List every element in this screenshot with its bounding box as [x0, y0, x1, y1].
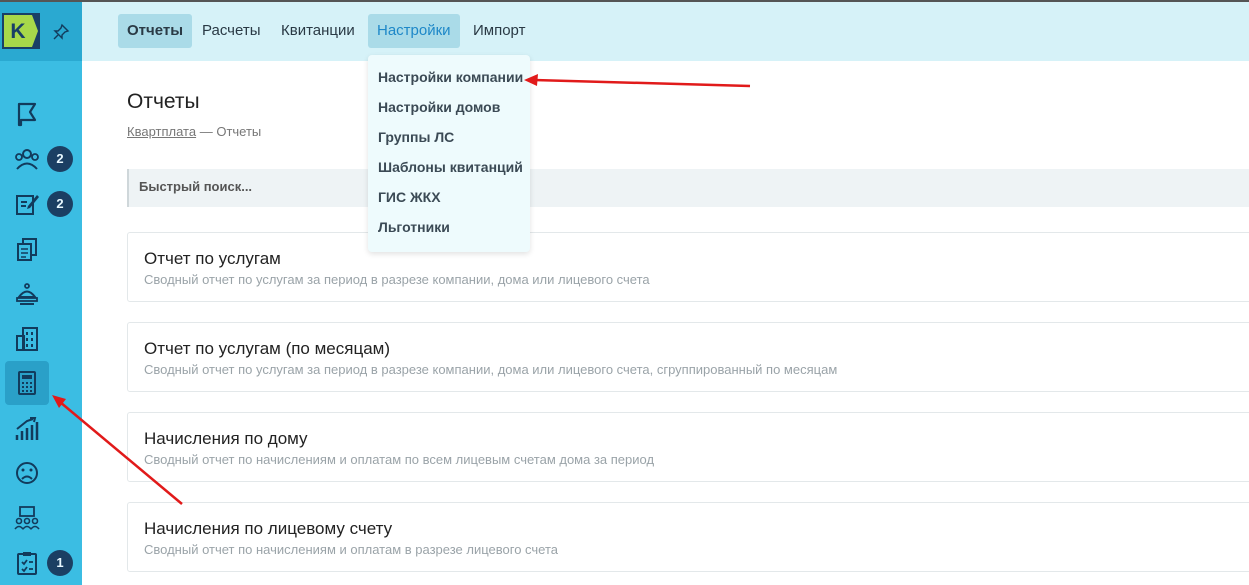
menu-item-receipt-templates[interactable]: Шаблоны квитанций	[378, 159, 523, 175]
tab-settings[interactable]: Настройки	[368, 14, 460, 48]
growth-chart-icon	[15, 417, 39, 440]
report-description: Сводный отчет по начислениям и оплатам п…	[144, 452, 655, 467]
tab-import[interactable]: Импорт	[464, 14, 534, 48]
sidebar-item-services[interactable]	[5, 272, 49, 316]
menu-item-house-settings[interactable]: Настройки домов	[378, 99, 500, 115]
clipboard-check-icon	[17, 552, 37, 575]
documents-icon	[17, 238, 37, 261]
sad-face-icon	[16, 462, 38, 484]
report-card-account-charges[interactable]: Начисления по лицевому счету Сводный отч…	[127, 502, 1249, 572]
flag-icon	[17, 102, 37, 127]
report-title: Начисления по лицевому счету	[144, 519, 393, 538]
residents-icon	[15, 149, 39, 170]
sidebar-item-tasks[interactable]	[5, 541, 49, 585]
page-title: Отчеты	[127, 90, 200, 113]
report-description: Сводный отчет по начислениям и оплатам в…	[144, 542, 559, 557]
report-card-services-monthly[interactable]: Отчет по услугам (по месяцам) Сводный от…	[127, 322, 1249, 392]
pin-icon[interactable]	[52, 23, 70, 41]
sidebar-header: K	[0, 0, 82, 61]
app-logo[interactable]: K	[2, 13, 40, 49]
breadcrumb-link-kvartplata[interactable]: Квартплата	[127, 124, 196, 139]
tab-receipts[interactable]: Квитанции	[272, 14, 364, 48]
menu-item-account-groups[interactable]: Группы ЛС	[378, 129, 454, 145]
quick-search-bar	[127, 169, 1249, 207]
report-description: Сводный отчет по услугам за период в раз…	[144, 272, 650, 287]
sidebar-item-team[interactable]	[5, 496, 49, 540]
sidebar-item-complaints[interactable]	[5, 451, 49, 495]
menu-item-beneficiaries[interactable]: Льготники	[378, 219, 450, 235]
buildings-icon	[16, 327, 38, 351]
breadcrumb: Квартплата — Отчеты	[127, 124, 261, 139]
team-icon	[14, 506, 40, 530]
residents-badge: 2	[47, 146, 73, 172]
sidebar-item-residents[interactable]	[5, 137, 49, 181]
logo-letter: K	[10, 20, 25, 43]
report-title: Отчет по услугам	[144, 249, 281, 268]
calculator-icon	[18, 371, 36, 395]
tab-calculations[interactable]: Расчеты	[193, 14, 270, 48]
report-title: Отчет по услугам (по месяцам)	[144, 339, 391, 358]
service-bell-icon	[16, 283, 38, 305]
sidebar-item-buildings[interactable]	[5, 317, 49, 361]
sidebar-item-requests[interactable]	[5, 182, 49, 226]
report-card-services[interactable]: Отчет по услугам Сводный отчет по услуга…	[127, 232, 1249, 302]
sidebar-item-calculator[interactable]	[5, 361, 49, 405]
logo-mark-icon: K	[4, 15, 38, 47]
sidebar: K 2 2 1	[0, 0, 82, 585]
window-top-border	[0, 0, 1249, 2]
annotation-arrow-to-company-settings	[524, 74, 751, 88]
sidebar-item-documents[interactable]	[5, 227, 49, 271]
sidebar-item-analytics[interactable]	[5, 407, 49, 451]
sidebar-item-flag[interactable]	[5, 92, 49, 136]
breadcrumb-separator: —	[199, 124, 213, 139]
tasks-badge: 1	[47, 550, 73, 576]
requests-badge: 2	[47, 191, 73, 217]
tab-reports[interactable]: Отчеты	[118, 14, 193, 48]
requests-edit-icon	[16, 195, 39, 215]
menu-item-company-settings[interactable]: Настройки компании	[378, 69, 523, 85]
breadcrumb-current: Отчеты	[216, 124, 262, 139]
report-card-house-charges[interactable]: Начисления по дому Сводный отчет по начи…	[127, 412, 1249, 482]
settings-dropdown-menu: Настройки компании Настройки домов Групп…	[368, 55, 530, 252]
menu-item-gis-zhkh[interactable]: ГИС ЖКХ	[378, 189, 441, 205]
top-navigation: Отчеты Расчеты Квитанции Настройки Импор…	[82, 0, 1249, 61]
report-description: Сводный отчет по услугам за период в раз…	[144, 362, 838, 377]
report-title: Начисления по дому	[144, 429, 308, 448]
